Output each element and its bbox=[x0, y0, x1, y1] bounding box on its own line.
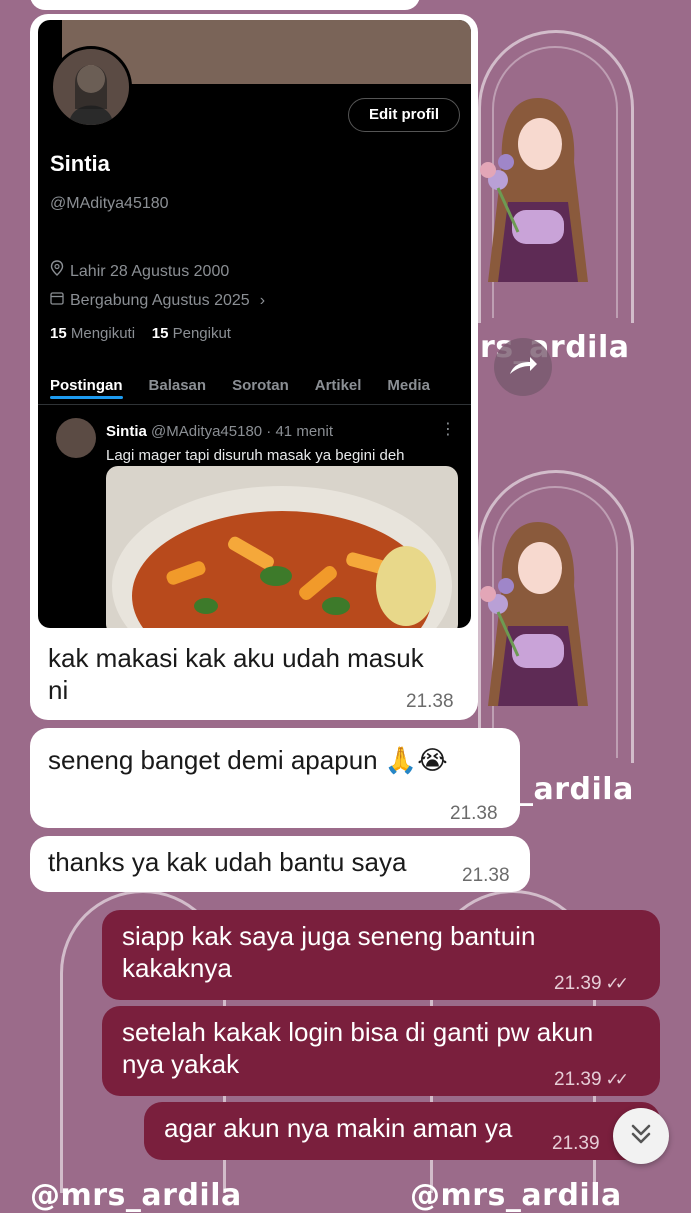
scroll-down-button[interactable] bbox=[613, 1108, 669, 1164]
message-bubble-outgoing[interactable]: agar akun nya makin aman ya 21.39 bbox=[144, 1102, 660, 1160]
message-text-line: kakaknya bbox=[122, 953, 232, 983]
post-meta: @MAditya45180 · 41 menit bbox=[151, 423, 334, 440]
message-time: 21.39 bbox=[552, 1133, 600, 1154]
tab-artikel[interactable]: Artikel bbox=[315, 370, 362, 402]
message-time: 21.38 bbox=[462, 865, 510, 886]
double-chevron-down-icon bbox=[630, 1122, 652, 1151]
double-check-icon: ✓✓ bbox=[605, 1070, 629, 1089]
post-author: Sintia bbox=[106, 423, 147, 440]
avatar bbox=[50, 46, 132, 128]
follow-counts: 15 Mengikuti 15 Pengikut bbox=[50, 318, 231, 350]
location-pin-icon bbox=[50, 256, 64, 288]
post-food-image[interactable] bbox=[106, 466, 458, 628]
following-count: 15 bbox=[50, 325, 67, 342]
message-bubble-incoming[interactable]: seneng banget demi apapun 🙏😭 21.38 bbox=[30, 728, 520, 828]
message-text: agar akun nya makin aman ya bbox=[164, 1113, 513, 1143]
more-options-icon[interactable]: ⋮ bbox=[440, 414, 456, 446]
message-text: setelah kakak login bisa di ganti pw aku… bbox=[122, 1016, 593, 1080]
calendar-icon bbox=[50, 285, 64, 317]
tab-media[interactable]: Media bbox=[387, 370, 430, 402]
message-text-line: ni bbox=[48, 675, 69, 705]
profile-name: Sintia bbox=[50, 151, 110, 176]
following-label[interactable]: Mengikuti bbox=[71, 325, 135, 342]
message-bubble-outgoing[interactable]: setelah kakak login bisa di ganti pw aku… bbox=[102, 1006, 660, 1096]
followers-label[interactable]: Pengikut bbox=[173, 325, 231, 342]
message-text-line: setelah kakak login bisa di ganti pw aku… bbox=[122, 1017, 594, 1047]
joined-row: Bergabung Agustus 2025 › bbox=[50, 285, 265, 317]
edit-profile-button[interactable]: Edit profil bbox=[348, 98, 460, 132]
tab-balasan[interactable]: Balasan bbox=[149, 370, 207, 402]
message-time: 21.38 bbox=[450, 803, 498, 824]
message-time: 21.39 ✓✓ bbox=[554, 968, 629, 1000]
double-check-icon: ✓✓ bbox=[605, 974, 629, 993]
watermark-text: @mrs_ardila bbox=[410, 1178, 622, 1213]
tab-divider bbox=[38, 404, 471, 405]
chevron-right-icon: › bbox=[259, 292, 266, 309]
hijab-woman-illustration bbox=[480, 98, 588, 282]
followers-count: 15 bbox=[151, 325, 169, 342]
message-bubble-incoming[interactable]: thanks ya kak udah bantu saya 21.38 bbox=[30, 836, 530, 892]
message-text-line: kak makasi kak aku udah masuk bbox=[48, 643, 424, 673]
birth-date-text: Lahir 28 Agustus 2000 bbox=[70, 263, 230, 280]
message-text: siapp kak saya juga seneng bantuin kakak… bbox=[122, 920, 535, 984]
message-time-text: 21.39 bbox=[554, 1069, 602, 1090]
message-bubble-incoming[interactable]: Edit profil Sintia @MAditya45180 Lahir 2… bbox=[30, 14, 478, 720]
message-text: seneng banget demi apapun 🙏😭 bbox=[48, 745, 448, 775]
message-text: kak makasi kak aku udah masuk ni bbox=[48, 642, 424, 706]
tab-sorotan[interactable]: Sorotan bbox=[232, 370, 289, 402]
profile-screenshot-image[interactable]: Edit profil Sintia @MAditya45180 Lahir 2… bbox=[38, 20, 471, 628]
joined-date-text: Bergabung Agustus 2025 bbox=[70, 292, 250, 309]
message-text-line: nya yakak bbox=[122, 1049, 240, 1079]
message-bubble-outgoing[interactable]: siapp kak saya juga seneng bantuin kakak… bbox=[102, 910, 660, 1000]
birth-row: Lahir 28 Agustus 2000 bbox=[50, 256, 229, 288]
hijab-woman-illustration bbox=[480, 522, 588, 706]
message-text: thanks ya kak udah bantu saya bbox=[48, 847, 407, 877]
watermark-text: _ardila bbox=[518, 772, 634, 807]
tab-postingan[interactable]: Postingan bbox=[50, 370, 123, 402]
post-avatar bbox=[56, 418, 96, 458]
profile-handle: @MAditya45180 bbox=[50, 195, 169, 212]
forward-icon bbox=[508, 354, 538, 381]
watermark-text: @mrs_ardila bbox=[30, 1178, 242, 1213]
message-time: 21.39 ✓✓ bbox=[554, 1064, 629, 1096]
message-text-line: siapp kak saya juga seneng bantuin bbox=[122, 921, 536, 951]
profile-tabs: Postingan Balasan Sorotan Artikel Media bbox=[50, 370, 430, 402]
message-bubble-partial bbox=[30, 0, 420, 10]
message-time-text: 21.39 bbox=[554, 973, 602, 994]
message-time: 21.38 bbox=[406, 691, 454, 712]
forward-button[interactable] bbox=[494, 338, 552, 396]
